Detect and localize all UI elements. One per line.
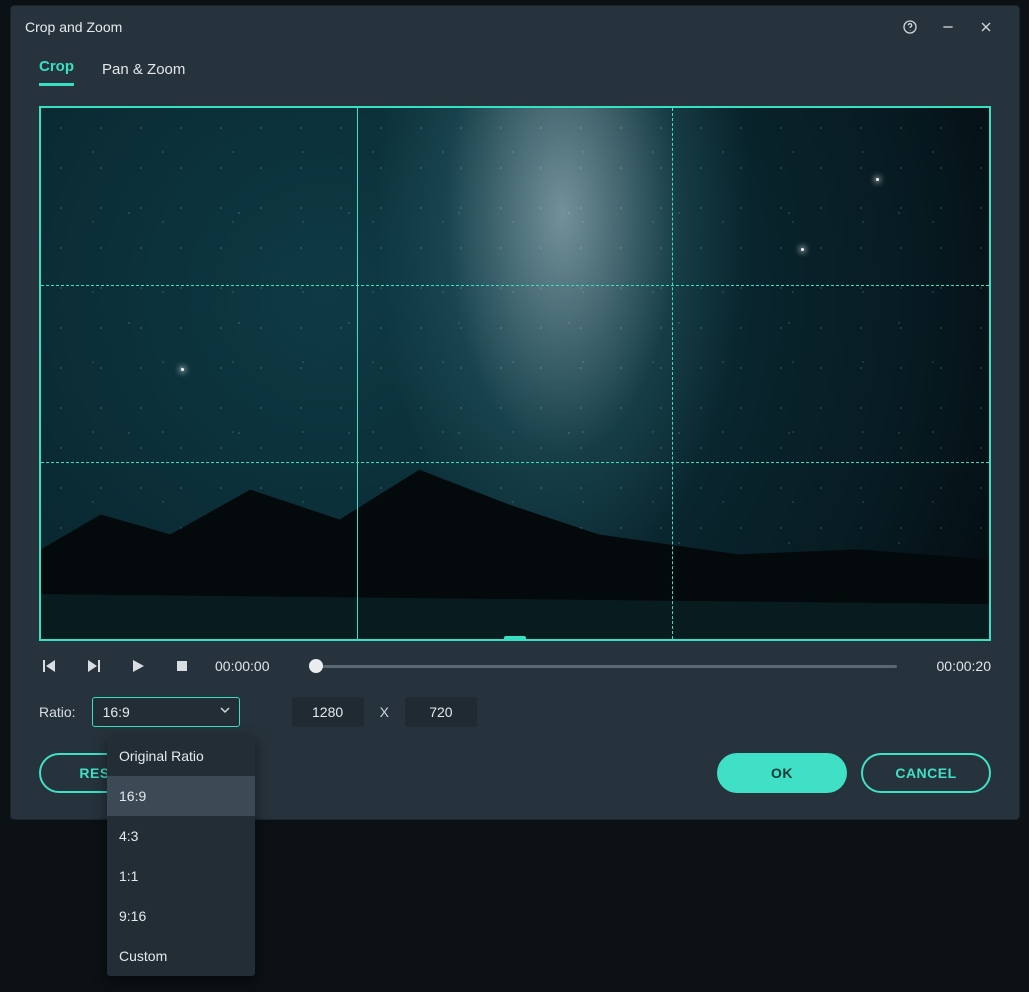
crop-preview[interactable]	[39, 106, 991, 641]
crop-zoom-dialog: Crop and Zoom Crop Pan & Zoom	[10, 5, 1020, 820]
dimension-separator: X	[380, 704, 389, 720]
play-icon[interactable]	[127, 655, 149, 677]
current-time: 00:00:00	[215, 658, 287, 674]
transport-bar: 00:00:00 00:00:20	[11, 641, 1019, 677]
ratio-option-custom[interactable]: Custom	[107, 936, 255, 976]
prev-frame-icon[interactable]	[39, 655, 61, 677]
tab-pan-zoom[interactable]: Pan & Zoom	[102, 61, 185, 86]
timeline-slider[interactable]	[309, 656, 897, 676]
crop-handle-bl[interactable]	[39, 627, 53, 641]
ratio-select-value: 16:9	[103, 704, 130, 720]
ratio-controls: Ratio: 16:9 X	[11, 677, 1019, 727]
width-field[interactable]	[292, 697, 364, 727]
titlebar: Crop and Zoom	[11, 6, 1019, 48]
crop-handle-br[interactable]	[977, 627, 991, 641]
tab-bar: Crop Pan & Zoom	[11, 48, 1019, 86]
ratio-label: Ratio:	[39, 704, 76, 720]
ratio-option-16-9[interactable]: 16:9	[107, 776, 255, 816]
chevron-down-icon	[219, 703, 231, 721]
ratio-option-9-16[interactable]: 9:16	[107, 896, 255, 936]
window-title: Crop and Zoom	[25, 19, 122, 35]
minimize-icon[interactable]	[929, 8, 967, 46]
help-icon[interactable]	[891, 8, 929, 46]
playhead[interactable]	[309, 659, 323, 673]
stop-icon[interactable]	[171, 655, 193, 677]
crop-handle-tl[interactable]	[39, 106, 53, 120]
crop-handle-bottom[interactable]	[504, 636, 526, 641]
cancel-button[interactable]: CANCEL	[861, 753, 991, 793]
ratio-option-1-1[interactable]: 1:1	[107, 856, 255, 896]
ratio-dropdown: Original Ratio 16:9 4:3 1:1 9:16 Custom	[107, 736, 255, 976]
tab-crop[interactable]: Crop	[39, 58, 74, 86]
ok-button[interactable]: OK	[717, 753, 847, 793]
ratio-option-original[interactable]: Original Ratio	[107, 736, 255, 776]
ratio-select[interactable]: 16:9	[92, 697, 240, 727]
close-icon[interactable]	[967, 8, 1005, 46]
duration-time: 00:00:20	[919, 658, 991, 674]
ratio-option-4-3[interactable]: 4:3	[107, 816, 255, 856]
crop-handle-tr[interactable]	[977, 106, 991, 120]
next-frame-icon[interactable]	[83, 655, 105, 677]
height-field[interactable]	[405, 697, 477, 727]
